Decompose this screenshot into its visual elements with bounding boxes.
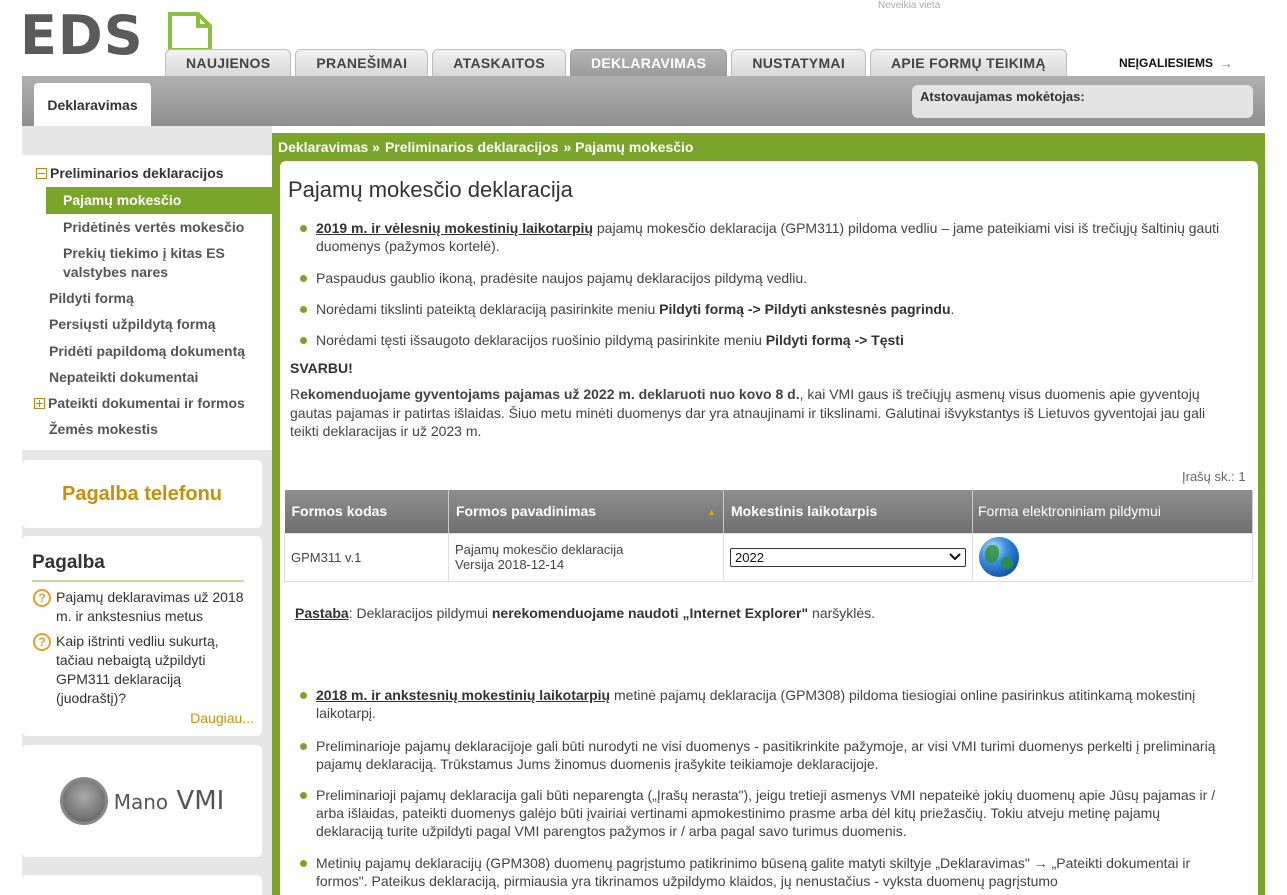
- forms-table: Formos kodas Formos pavadinimas ▲ Mokesti…: [284, 490, 1253, 582]
- form-name: Pajamų mokesčio deklaracija: [455, 542, 624, 557]
- breadcrumb-deklaravimas[interactable]: Deklaravimas »: [278, 139, 380, 155]
- help-link-text: Pajamų deklaravimas už 2018 m. ir ankste…: [56, 589, 244, 624]
- sidebar-item-pildyti-forma[interactable]: Pildyti formą: [49, 289, 134, 308]
- column-header-code[interactable]: Formos kodas: [284, 490, 449, 533]
- tab-naujienos[interactable]: NAUJIENOS: [165, 49, 292, 76]
- info-bullet: 2019 m. ir vėlesnių mokestinių laikotarp…: [298, 219, 1224, 255]
- question-icon: ?: [33, 589, 51, 607]
- form-version: Versija 2018-12-14: [455, 557, 565, 572]
- period-link[interactable]: 2019 m. ir vėlesnių mokestinių laikotarp…: [316, 220, 593, 236]
- info-bullet: Metinių pajamų deklaracijų (GPM308) duom…: [298, 854, 1224, 890]
- mano-vmi-logo-text: Mano VMI: [113, 786, 225, 816]
- sidebar-item-label: Pateikti dokumentai ir formos: [48, 395, 245, 411]
- sidebar-item-nepateikti[interactable]: Nepateikti dokumentai: [49, 368, 198, 387]
- info-bullet: Preliminarioje pajamų deklaracijoje gali…: [298, 737, 1224, 773]
- breadcrumb-pajamu-mokescio: » Pajamų mokesčio: [563, 139, 694, 155]
- form-name-cell: Pajamų mokesčio deklaracija Versija 2018…: [448, 532, 724, 582]
- period-select-value: 2022: [735, 549, 764, 565]
- table-row: GPM311 v.1 Pajamų mokesčio deklaracija V…: [284, 532, 1253, 582]
- tab-nustatymai[interactable]: NUSTATYMAI: [731, 49, 867, 76]
- sort-asc-icon: ▲: [707, 507, 716, 518]
- period-link[interactable]: 2018 m. ir ankstesnių mokestinių laikota…: [316, 687, 610, 703]
- help-link[interactable]: ? Kaip ištrinti vedliu sukurtą, tačiau n…: [32, 632, 250, 708]
- tab-ataskaitos[interactable]: ATASKAITOS: [432, 49, 566, 76]
- tab-deklaravimas[interactable]: DEKLARAVIMAS: [569, 49, 728, 76]
- important-text: Rekomenduojame gyventojams pajamas už 20…: [290, 386, 1206, 439]
- help-link[interactable]: ? Pajamų deklaravimas už 2018 m. ir anks…: [32, 588, 250, 626]
- sidebar-item-pateikti-dokumentai[interactable]: Pateikti dokumentai ir formos: [34, 394, 245, 413]
- breadcrumb: Deklaravimas » Preliminarios deklaracijo…: [278, 139, 693, 155]
- form-code-cell: GPM311 v.1: [284, 532, 449, 582]
- browser-note: Pastaba: Deklaracijos pildymui nerekomen…: [295, 605, 876, 621]
- sidebar-item-prideti-dokumenta[interactable]: Pridėti papildomą dokumentą: [49, 342, 245, 361]
- column-header-period[interactable]: Mokestinis laikotarpis: [723, 490, 973, 533]
- help-card: Pagalba ? Pajamų deklaravimas už 2018 m.…: [22, 536, 262, 736]
- collapse-icon[interactable]: [36, 168, 47, 179]
- accessibility-link[interactable]: NEĮGALIESIEMS →: [1119, 55, 1233, 71]
- info-bullet: Norėdami tęsti išsaugoto deklaracijos ru…: [298, 331, 1224, 349]
- document-icon: [168, 12, 212, 52]
- tab-pranesimai[interactable]: PRANEŠIMAI: [295, 49, 429, 76]
- main-tabs: NAUJIENOS PRANEŠIMAI ATASKAITOS DEKLARAV…: [165, 49, 1067, 76]
- sidebar-menu: Preliminarios deklaracijos Pajamų mokesč…: [22, 155, 272, 450]
- breadcrumb-preliminarios[interactable]: Preliminarios deklaracijos: [385, 139, 559, 155]
- sidebar-item-persiusti[interactable]: Persiųsti užpildytą formą: [49, 315, 215, 334]
- help-title: Pagalba: [32, 552, 244, 582]
- mano-vmi-banner[interactable]: Mano VMI: [22, 745, 262, 857]
- info-bullet: Preliminarioji pajamų deklaracija gali b…: [298, 786, 1224, 840]
- globe-icon[interactable]: [979, 537, 1019, 577]
- question-icon: ?: [33, 633, 51, 651]
- sidebar-item-pajamu-mokescio[interactable]: Pajamų mokesčio: [46, 187, 272, 214]
- arrow-right-icon: →: [1219, 55, 1234, 71]
- phone-help-label: Pagalba telefonu: [61, 482, 223, 505]
- user-avatar-icon: [59, 777, 108, 825]
- column-header-name[interactable]: Formos pavadinimas ▲: [448, 490, 724, 533]
- help-link-text: Kaip ištrinti vedliu sukurtą, tačiau neb…: [56, 633, 219, 706]
- records-count: Įrašų sk.: 1: [1182, 469, 1246, 484]
- sidebar-card: [22, 875, 262, 895]
- chevron-down-icon: [949, 553, 961, 561]
- represented-taxpayer-label: Atstovaujamas mokėtojas:: [920, 89, 1085, 104]
- info-bullet: Paspaudus gaublio ikoną, pradėsite naujo…: [298, 269, 1224, 287]
- electronic-form-cell: [972, 532, 1253, 582]
- info-bullet: 2018 m. ir ankstesnių mokestinių laikota…: [298, 686, 1224, 722]
- info-bullet: Norėdami tikslinti pateiktą deklaraciją …: [298, 300, 1224, 318]
- sidebar-item-zemes-mokestis[interactable]: Žemės mokestis: [49, 420, 158, 439]
- sidebar-item-preliminarios[interactable]: Preliminarios deklaracijos: [36, 164, 224, 183]
- top-note: Neveikia vieta: [878, 0, 941, 11]
- period-select[interactable]: 2022: [730, 547, 966, 567]
- subtab-deklaravimas[interactable]: Deklaravimas: [34, 83, 151, 126]
- phone-help-card[interactable]: Pagalba telefonu: [22, 460, 262, 528]
- expand-icon[interactable]: [34, 398, 45, 409]
- period-cell: 2022: [723, 532, 973, 582]
- sidebar-item-pvm[interactable]: Pridėtinės vertės mokesčio: [63, 218, 244, 237]
- note-label: Pastaba: [295, 605, 349, 621]
- accessibility-label: NEĮGALIESIEMS: [1119, 56, 1214, 70]
- logo-text: EDS: [20, 4, 144, 67]
- important-label: SVARBU!: [290, 360, 353, 376]
- page-title: Pajamų mokesčio deklaracija: [288, 177, 573, 202]
- sidebar-item-label: Preliminarios deklaracijos: [50, 165, 224, 181]
- more-link[interactable]: Daugiau...: [190, 710, 254, 726]
- sidebar-item-prekiu-tiekimo[interactable]: Prekių tiekimo į kitas ES valstybes nare…: [63, 244, 253, 282]
- column-header-electronic: Forma elektroniniam pildymui: [972, 490, 1253, 533]
- represented-taxpayer-field[interactable]: Atstovaujamas mokėtojas:: [912, 85, 1253, 118]
- tab-apie-formu-teikima[interactable]: APIE FORMŲ TEIKIMĄ: [870, 49, 1067, 76]
